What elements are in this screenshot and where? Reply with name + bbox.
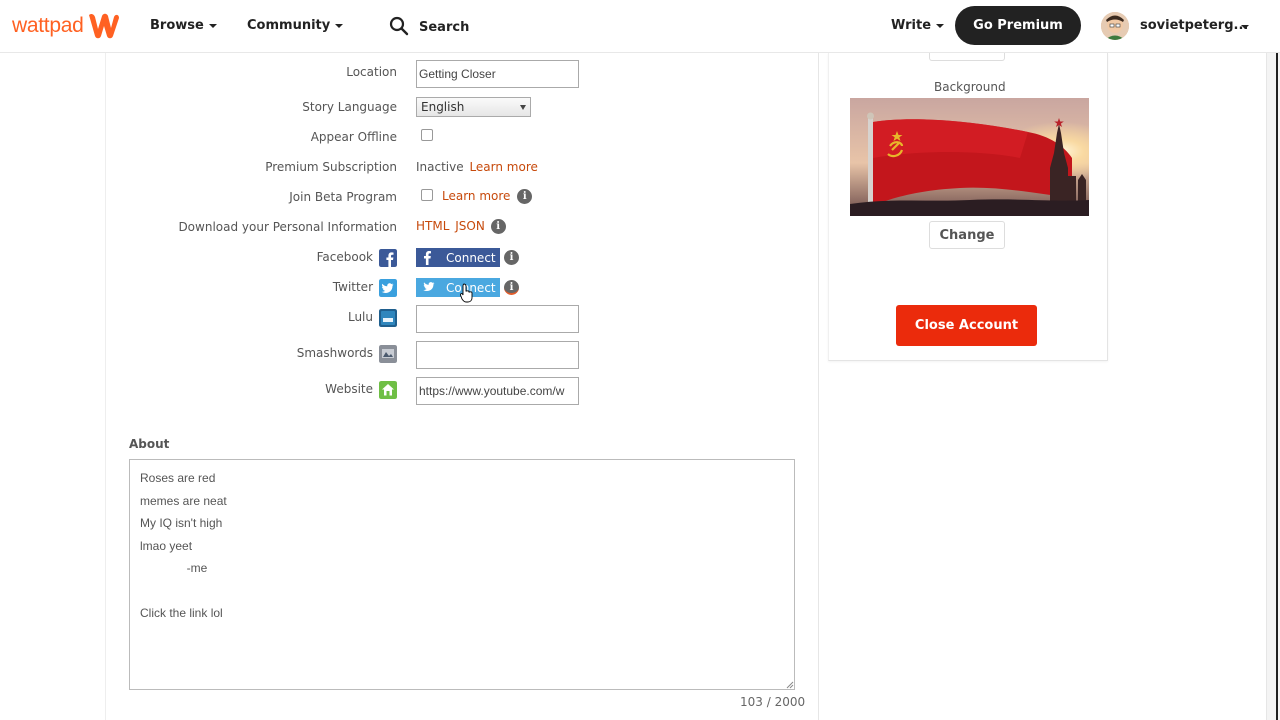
premium-learn-more-link[interactable]: Learn more [469,160,537,174]
soviet-flag-background-icon [850,98,1089,216]
beta-program-checkbox[interactable] [421,189,433,201]
info-icon[interactable]: i [490,219,506,234]
smashwords-input[interactable] [416,341,579,369]
website-home-icon [379,381,397,399]
lulu-label: Lulu [347,310,373,324]
facebook-icon [379,249,397,267]
beta-learn-more-link[interactable]: Learn more [442,189,510,203]
about-textarea[interactable]: Roses are red memes are neat My IQ isn't… [129,459,795,690]
facebook-label: Facebook [316,250,373,264]
go-premium-button[interactable]: Go Premium [955,6,1081,45]
about-label: About [129,437,170,451]
avatar-change-button-partial[interactable] [929,53,1005,61]
search-input[interactable] [419,17,599,37]
chevron-down-icon [936,23,945,28]
story-language-select[interactable]: English [416,97,531,117]
wattpad-logo[interactable]: wattpad [12,12,121,40]
lulu-icon [379,309,397,327]
twitter-label: Twitter [332,280,373,294]
hand-cursor-icon [460,283,473,303]
info-icon[interactable]: i [504,250,519,265]
search-icon[interactable] [389,16,409,36]
twitter-connect-button[interactable]: Connect [416,278,500,297]
facebook-glyph-icon [424,251,431,265]
info-icon[interactable]: i [504,280,519,295]
nav-browse[interactable]: Browse [150,18,217,33]
background-image [850,98,1089,216]
close-account-button[interactable]: Close Account [896,305,1037,346]
chevron-down-icon[interactable] [1241,25,1249,29]
download-info-label: Download your Personal Information [178,220,397,234]
avatar[interactable] [1101,12,1129,40]
nav-community[interactable]: Community [247,18,344,33]
info-icon[interactable]: i [517,189,533,204]
location-label: Location [346,65,397,79]
premium-subscription-label: Premium Subscription [265,160,397,174]
scrollbar-thumb[interactable] [1276,40,1278,720]
twitter-glyph-icon [423,282,435,292]
chevron-down-icon [208,23,217,28]
top-navbar: wattpad Browse Community Write Go Premiu… [0,0,1280,53]
website-label: Website [325,382,373,396]
nav-write[interactable]: Write [891,18,945,33]
premium-status-text: Inactive [416,160,464,174]
appear-offline-label: Appear Offline [310,130,397,144]
beta-program-label: Join Beta Program [289,190,397,204]
download-html-link[interactable]: HTML [416,219,449,233]
website-input[interactable] [416,377,579,405]
facebook-connect-button[interactable]: Connect [416,248,500,267]
appear-offline-checkbox[interactable] [421,129,433,141]
background-label: Background [934,80,1006,94]
smashwords-label: Smashwords [296,346,373,360]
beta-links: Learn more i [442,189,533,204]
about-char-counter: 103 / 2000 [740,695,806,709]
resize-handle-icon[interactable] [786,681,794,689]
story-language-label: Story Language [302,100,397,114]
dropdown-arrow-icon [520,105,526,110]
lulu-input[interactable] [416,305,579,333]
avatar-image-icon [1101,12,1129,40]
premium-status: Inactive Learn more [416,160,538,174]
download-json-link[interactable]: JSON [455,219,485,233]
download-links: HTML JSON i [416,219,506,234]
chevron-down-icon [335,23,344,28]
location-input[interactable] [416,60,579,88]
username[interactable]: sovietpeterg... [1140,18,1248,33]
logo-text: wattpad [12,14,84,37]
twitter-icon [379,279,397,297]
smashwords-icon [379,345,397,363]
change-background-button[interactable]: Change [929,221,1005,249]
wattpad-w-icon [89,13,120,39]
